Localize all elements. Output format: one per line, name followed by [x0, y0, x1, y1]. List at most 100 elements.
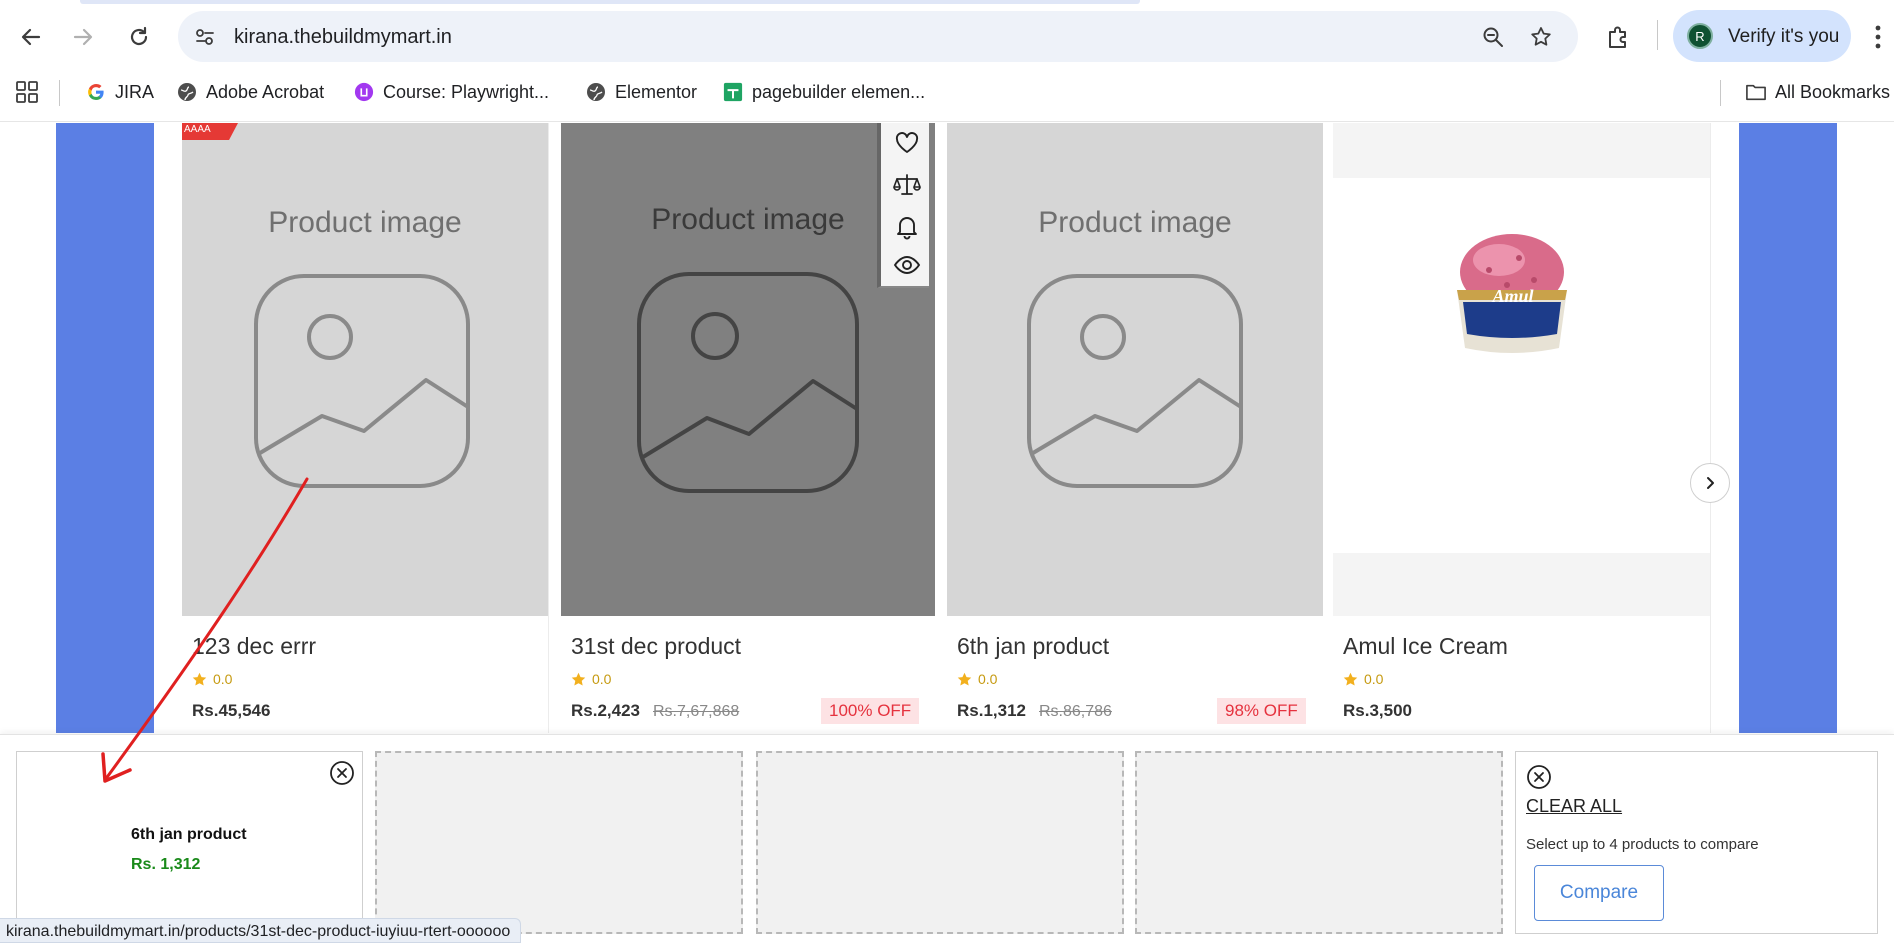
star-icon — [192, 672, 207, 685]
globe-icon — [586, 82, 606, 102]
eye-icon — [893, 256, 921, 274]
rating-value: 0.0 — [978, 671, 998, 687]
product-name[interactable]: Amul Ice Cream — [1343, 633, 1508, 660]
image-placeholder-icon — [1027, 274, 1243, 488]
right-banner — [1739, 123, 1837, 733]
quick-actions — [877, 123, 929, 288]
rating-value: 0.0 — [1364, 671, 1384, 687]
all-bookmarks-label: All Bookmarks — [1775, 81, 1891, 102]
left-banner — [56, 123, 154, 733]
product-mrp: Rs.7,67,868 — [653, 703, 740, 720]
globe-icon — [177, 82, 197, 102]
bell-icon — [897, 217, 917, 240]
tab-strip — [0, 0, 1894, 4]
bookmarks-divider — [1720, 80, 1721, 106]
compare-item-price: Rs. 1,312 — [131, 856, 201, 873]
chevron-right-icon — [1707, 477, 1714, 489]
carousel-next-button[interactable] — [1690, 463, 1730, 503]
product-card[interactable]: Amul Amul Ice Cream 0.0 Rs.3,500 — [1333, 123, 1711, 733]
bookmark-label: pagebuilder elemen... — [752, 81, 926, 102]
product-image-placeholder-text: Product image — [268, 206, 462, 239]
remove-compare-item-button[interactable] — [329, 760, 355, 786]
site-settings-icon[interactable] — [192, 24, 218, 50]
compare-slot-empty — [756, 751, 1124, 934]
compare-hint: Select up to 4 products to compare — [1526, 836, 1759, 853]
product-card[interactable]: Product image AAAA 123 dec errr 0.0 Rs.4… — [182, 123, 549, 733]
star-icon — [1343, 672, 1358, 685]
clear-all-link[interactable]: CLEAR ALL — [1526, 796, 1622, 817]
discount-badge: 100% OFF — [821, 698, 920, 724]
browser-chrome: kirana.thebuildmymart.in R Verify it's y… — [0, 0, 1894, 122]
product-rating: 0.0 — [957, 671, 997, 687]
bookmark-adobe-acrobat[interactable]: Adobe Acrobat — [177, 81, 324, 103]
verify-identity-button[interactable]: R Verify it's you — [1673, 10, 1851, 62]
star-icon — [957, 672, 972, 685]
discount-badge: 98% OFF — [1217, 698, 1306, 724]
image-placeholder-icon — [637, 272, 859, 493]
brand-logo: Amul — [1492, 286, 1534, 306]
link-status-bar: kirana.thebuildmymart.in/products/31st-d… — [0, 918, 522, 943]
bookmark-pagebuilder[interactable]: pagebuilder elemen... — [723, 81, 925, 103]
forward-button[interactable] — [65, 19, 101, 55]
bookmark-jira[interactable]: JIRA — [86, 81, 154, 103]
bookmark-elementor[interactable]: Elementor — [586, 81, 697, 103]
zoom-icon[interactable] — [1480, 24, 1506, 50]
product-price: Rs.3,500 — [1343, 701, 1412, 720]
product-rating: 0.0 — [571, 671, 611, 687]
quick-view-button[interactable] — [893, 251, 921, 279]
rating-value: 0.0 — [213, 671, 233, 687]
compare-bar: 6th jan product Rs. 1,312 CLEAR ALL Sele… — [0, 734, 1894, 943]
compare-slot-empty — [1135, 751, 1503, 934]
product-card[interactable]: Product image 6th jan product 0.0 Rs.1,3… — [947, 123, 1323, 733]
product-mrp: Rs.86,786 — [1039, 703, 1112, 720]
close-circle-icon — [1527, 765, 1551, 789]
product-image[interactable]: Product image AAAA — [182, 123, 548, 616]
compare-slot-filled: 6th jan product Rs. 1,312 — [16, 751, 363, 942]
google-icon — [86, 82, 106, 102]
forward-arrow-icon — [73, 28, 93, 46]
bookmarks-divider — [59, 80, 60, 106]
product-image-placeholder-text: Product image — [1038, 206, 1232, 239]
product-rating: 0.0 — [192, 671, 232, 687]
profile-avatar: R — [1687, 23, 1713, 49]
bookmark-label: Elementor — [615, 81, 698, 102]
scale-icon — [893, 174, 921, 195]
extensions-button[interactable] — [1600, 19, 1636, 55]
label-ribbon: AAAA — [182, 123, 238, 140]
url-text[interactable]: kirana.thebuildmymart.in — [234, 26, 452, 49]
product-image[interactable]: Amul — [1333, 123, 1710, 616]
apps-grid-icon[interactable] — [15, 80, 39, 104]
toolbar-divider — [1657, 20, 1658, 50]
reload-icon — [130, 26, 148, 46]
menu-kebab-icon[interactable] — [1874, 24, 1882, 50]
reload-button[interactable] — [121, 19, 157, 55]
bookmark-label: Adobe Acrobat — [206, 81, 325, 102]
close-circle-icon — [330, 761, 354, 785]
product-name[interactable]: 31st dec product — [571, 633, 741, 660]
verify-label: Verify it's you — [1728, 26, 1840, 47]
notify-button[interactable] — [893, 213, 921, 241]
sheets-icon — [723, 82, 743, 102]
bookmark-star-icon[interactable] — [1528, 24, 1554, 50]
back-arrow-icon — [21, 28, 41, 46]
product-name[interactable]: 123 dec errr — [192, 633, 316, 660]
compare-button[interactable]: Compare — [1534, 865, 1664, 921]
folder-icon — [1746, 82, 1766, 102]
all-bookmarks-button[interactable]: All Bookmarks — [1746, 81, 1890, 103]
product-price: Rs.2,423 — [571, 701, 640, 720]
bookmark-course-playwright[interactable]: Course: Playwright... — [354, 81, 549, 103]
bookmark-label: Course: Playwright... — [383, 81, 550, 102]
address-bar[interactable]: kirana.thebuildmymart.in — [178, 11, 1578, 62]
wishlist-button[interactable] — [893, 129, 921, 157]
close-compare-button[interactable] — [1526, 764, 1552, 790]
product-rating: 0.0 — [1343, 671, 1383, 687]
bookmark-label: JIRA — [115, 81, 155, 102]
star-icon — [571, 672, 586, 685]
image-placeholder-icon — [254, 274, 470, 488]
product-image[interactable]: Product image — [947, 123, 1323, 616]
compare-button[interactable] — [893, 171, 921, 199]
compare-slot-empty — [375, 751, 743, 934]
product-name[interactable]: 6th jan product — [957, 633, 1109, 660]
compare-item-name: 6th jan product — [131, 826, 247, 843]
back-button[interactable] — [13, 19, 49, 55]
